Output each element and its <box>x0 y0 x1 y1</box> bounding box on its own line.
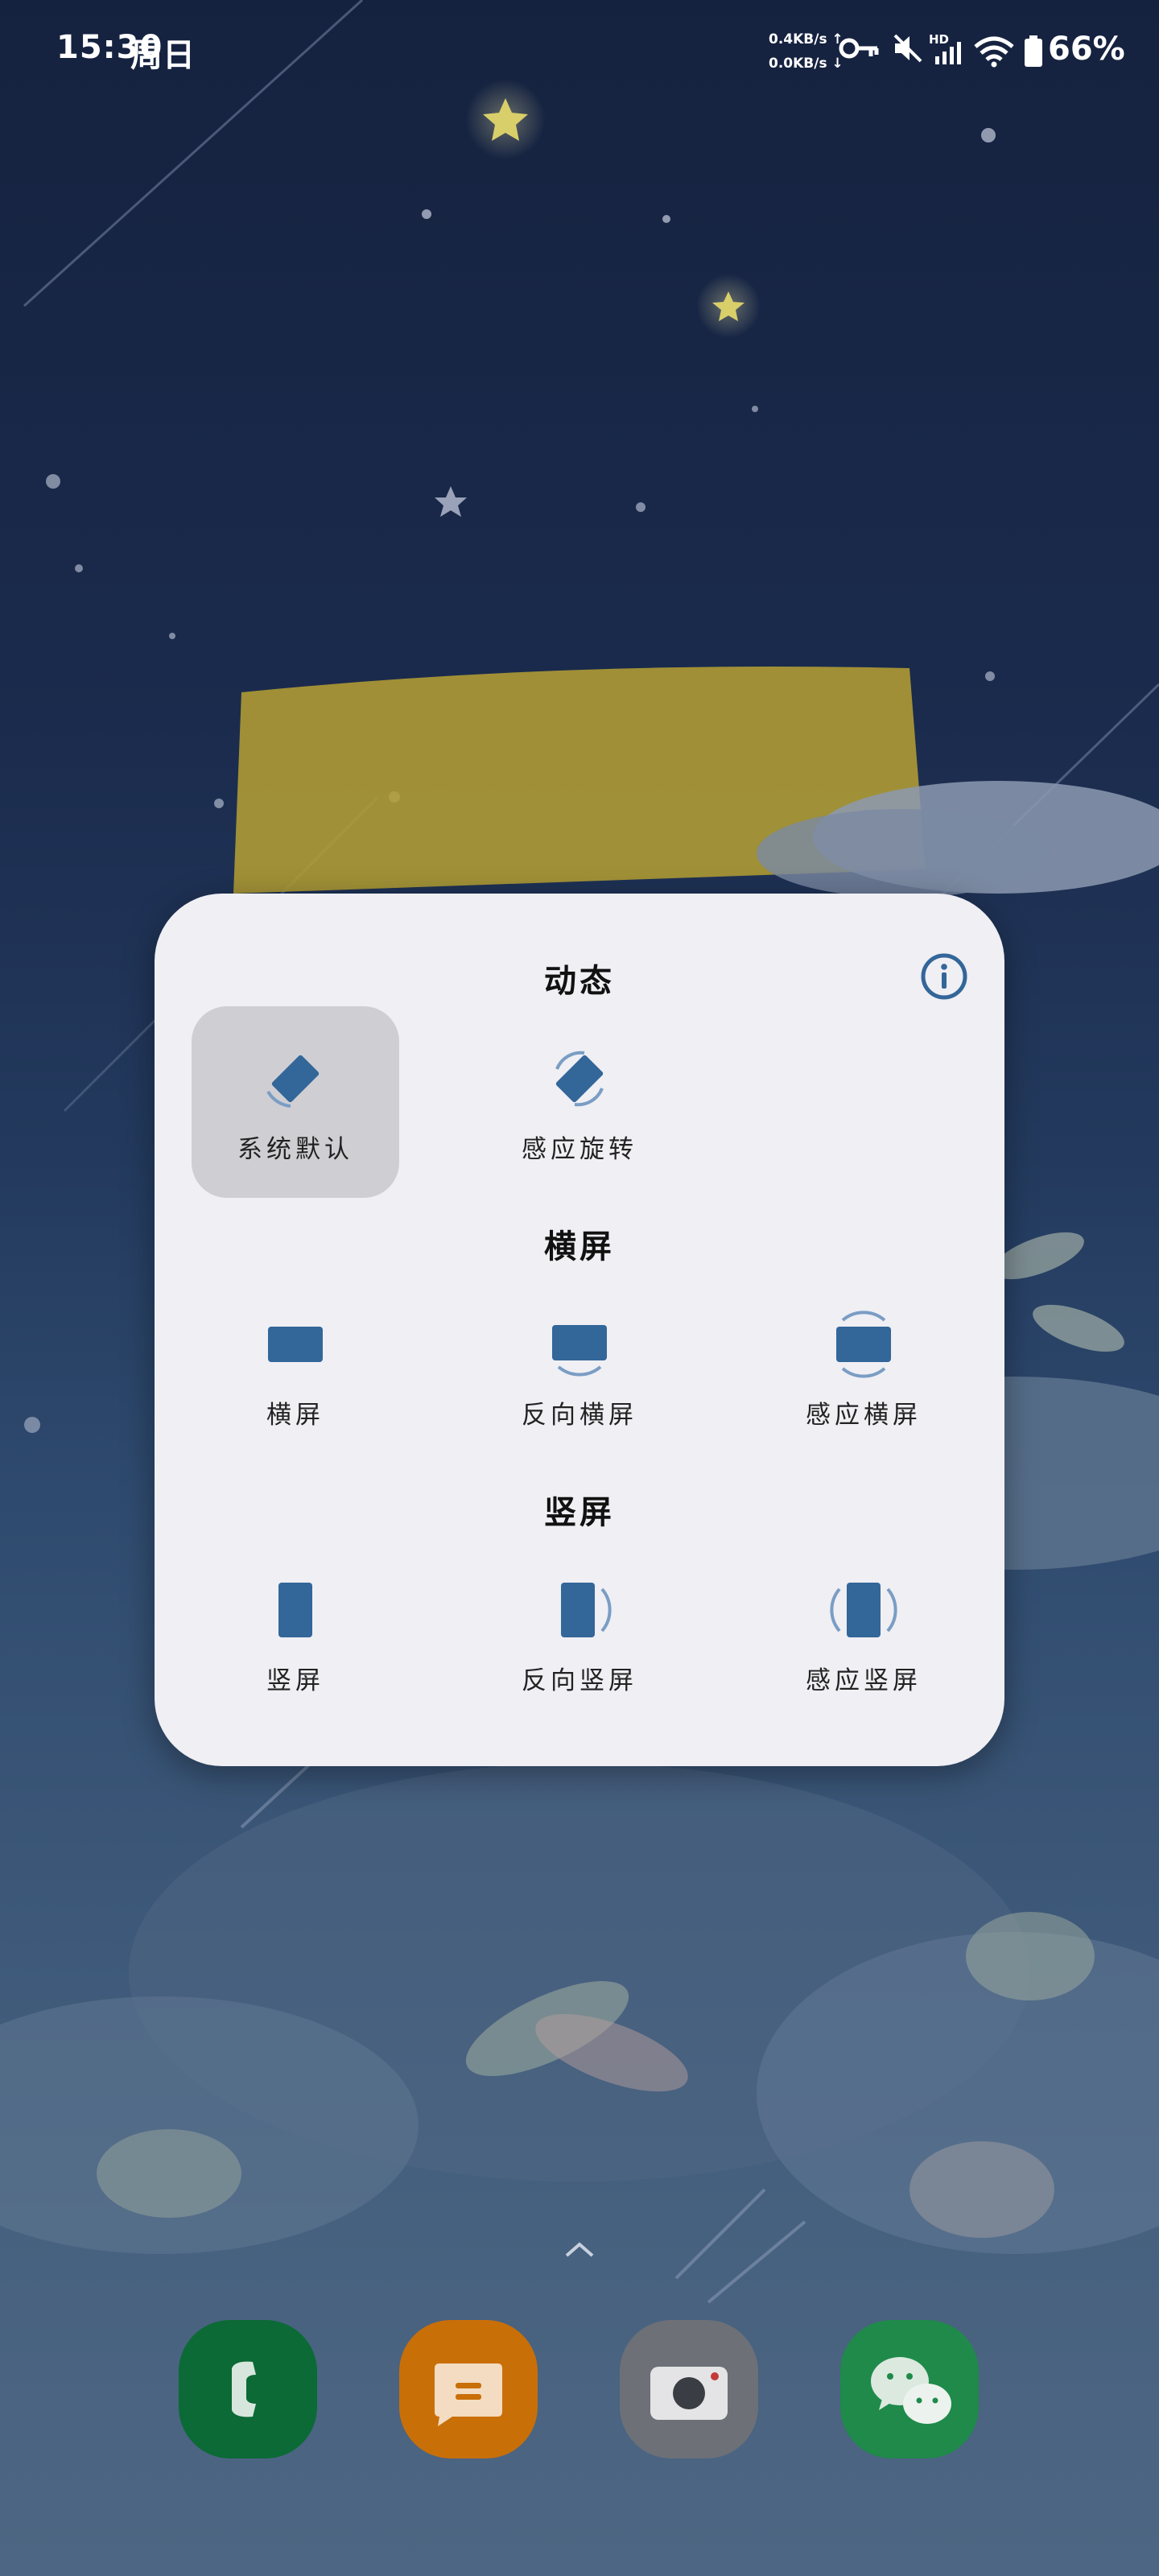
phone-handset-icon <box>232 2361 256 2417</box>
reverse-landscape-icon <box>552 1325 607 1377</box>
landscape-icon <box>268 1327 323 1362</box>
option-reverse-landscape[interactable]: 反向横屏 <box>476 1272 683 1463</box>
option-label: 横屏 <box>266 1401 324 1430</box>
section-title-portrait: 竖屏 <box>544 1494 615 1531</box>
sensor-landscape-icon <box>836 1311 891 1378</box>
status-day: 周日 <box>130 37 195 74</box>
screen-rotation-panel: 动态 系统默认 感应旋转 横屏 横屏 反向横屏 感应横屏 竖屏 竖屏 反向竖屏 … <box>155 894 1004 1766</box>
portrait-icon <box>278 1583 312 1637</box>
network-speed: 0.4KB/s ↑ 0.0KB/s ↓ <box>769 27 843 76</box>
signal-icon <box>935 42 961 64</box>
message-bubble-icon <box>435 2363 502 2426</box>
upload-speed: 0.4KB/s ↑ <box>769 31 843 47</box>
sensor-portrait-icon <box>830 1583 897 1637</box>
key-icon <box>839 38 879 59</box>
option-system-default[interactable]: 系统默认 <box>192 1006 399 1198</box>
phone-app-icon[interactable] <box>179 2320 317 2458</box>
battery-icon <box>1025 35 1042 67</box>
option-label: 反向横屏 <box>522 1401 637 1430</box>
option-reverse-portrait[interactable]: 反向竖屏 <box>476 1538 683 1729</box>
chevron-up-icon[interactable] <box>563 2240 596 2259</box>
section-title-landscape: 横屏 <box>544 1228 615 1265</box>
sensor-rotation-icon <box>555 1051 604 1107</box>
option-label: 感应竖屏 <box>806 1666 922 1695</box>
option-portrait[interactable]: 竖屏 <box>192 1538 399 1729</box>
status-bar: 15:30 周日 0.4KB/s ↑ 0.0KB/s ↓ HD 66% <box>0 0 1159 105</box>
option-label: 系统默认 <box>237 1135 353 1164</box>
camera-app-icon[interactable] <box>620 2320 758 2458</box>
reverse-portrait-icon <box>561 1583 612 1637</box>
wechat-bubbles-icon <box>871 2357 951 2424</box>
wechat-app-icon[interactable] <box>840 2320 979 2458</box>
system-default-rotation-icon <box>266 1055 320 1108</box>
option-sensor-rotation[interactable]: 感应旋转 <box>476 1006 683 1198</box>
option-label: 反向竖屏 <box>522 1666 637 1695</box>
download-speed: 0.0KB/s ↓ <box>769 56 843 72</box>
home-screen: 15:30 周日 0.4KB/s ↑ 0.0KB/s ↓ HD 66% 动态 系… <box>0 0 1159 2576</box>
option-label: 感应横屏 <box>806 1401 922 1430</box>
option-landscape[interactable]: 横屏 <box>192 1272 399 1463</box>
option-sensor-landscape[interactable]: 感应横屏 <box>760 1272 967 1463</box>
option-label: 感应旋转 <box>522 1135 637 1164</box>
option-sensor-portrait[interactable]: 感应竖屏 <box>760 1538 967 1729</box>
camera-lens-icon <box>650 2367 728 2420</box>
wifi-icon <box>974 36 1014 68</box>
battery-percent: 66% <box>1048 31 1125 68</box>
section-title-dynamic: 动态 <box>544 963 615 1000</box>
option-label: 竖屏 <box>266 1666 324 1695</box>
messages-app-icon[interactable] <box>399 2320 538 2458</box>
mute-icon <box>893 34 922 63</box>
